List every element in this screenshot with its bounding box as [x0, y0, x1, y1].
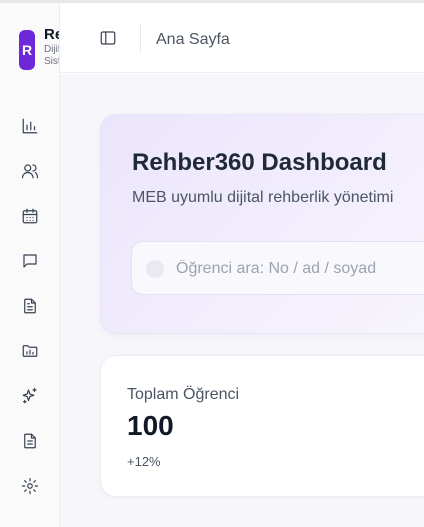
- sparkles-icon: [22, 387, 37, 404]
- brand-logo: R: [19, 30, 35, 70]
- sidebar-toggle-button[interactable]: [98, 29, 118, 49]
- sidebar-item-reports[interactable]: [20, 296, 40, 316]
- student-search-input[interactable]: [176, 256, 424, 282]
- sidebar-item-analytics[interactable]: [20, 341, 40, 361]
- hero-card: Rehber360 Dashboard MEB uyumlu dijital r…: [100, 114, 424, 334]
- sidebar-item-messages[interactable]: [20, 251, 40, 271]
- brand-text: Rehber360 Dijital Sistem: [44, 26, 59, 68]
- brand-name: Rehber360: [44, 26, 59, 43]
- panel-left-icon: [100, 31, 116, 45]
- stat-label: Toplam Öğrenci: [127, 386, 240, 403]
- sidebar: R Rehber360 Dijital Sistem: [0, 3, 60, 527]
- top-header: Ana Sayfa: [60, 3, 424, 73]
- page-subtitle: MEB uyumlu dijital rehberlik yönetimi: [132, 189, 394, 206]
- folder-chart-icon: [22, 345, 38, 357]
- sidebar-item-settings[interactable]: [20, 476, 40, 496]
- users-icon: [21, 164, 39, 179]
- sidebar-item-ai[interactable]: [20, 386, 40, 406]
- sidebar-item-students[interactable]: [20, 161, 40, 181]
- bar-chart-icon: [22, 118, 38, 134]
- brand-subtitle-line2: Sistem: [44, 56, 59, 67]
- sidebar-item-calendar[interactable]: [20, 206, 40, 226]
- file-text-icon: [24, 298, 36, 314]
- message-icon: [23, 254, 37, 268]
- stat-change: +12%: [127, 454, 161, 469]
- stat-value: 100: [127, 410, 174, 441]
- header-divider: [140, 25, 141, 53]
- search-icon: [146, 260, 164, 278]
- breadcrumb[interactable]: Ana Sayfa: [156, 31, 230, 49]
- brand[interactable]: R Rehber360 Dijital Sistem: [0, 3, 59, 95]
- page-title: Rehber360 Dashboard: [132, 149, 387, 176]
- main-content: Rehber360 Dashboard MEB uyumlu dijital r…: [60, 74, 424, 527]
- sidebar-item-dashboard[interactable]: [20, 116, 40, 136]
- calendar-icon: [22, 208, 38, 224]
- settings-icon: [21, 477, 39, 495]
- document-icon: [24, 433, 36, 449]
- student-search[interactable]: [131, 241, 424, 295]
- stat-card-total-students: Toplam Öğrenci 100 +12%: [100, 355, 424, 497]
- brand-subtitle-line1: Dijital: [44, 44, 59, 55]
- sidebar-item-documents[interactable]: [20, 431, 40, 451]
